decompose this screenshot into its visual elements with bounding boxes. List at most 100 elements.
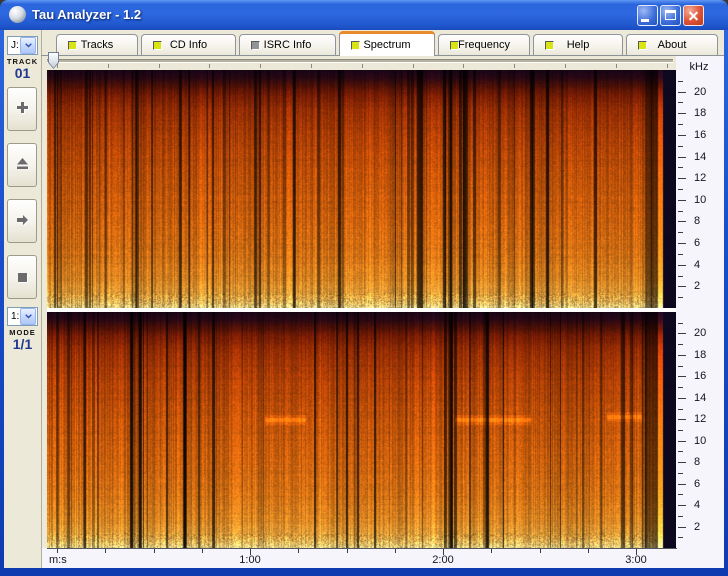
frequency-axis-unit: kHz <box>680 61 718 73</box>
tab-bar: Tracks CD Info ISRC Info Spectrum FrequencyH… <box>41 30 724 56</box>
tab-cd-info[interactable]: CD Info <box>141 34 236 55</box>
eject-icon <box>16 158 29 173</box>
app-icon <box>9 6 26 23</box>
slider-tick <box>209 64 210 68</box>
time-tick <box>588 549 589 553</box>
time-tick <box>202 549 203 553</box>
tab-help[interactable]: Help <box>533 34 623 55</box>
maximize-icon <box>665 10 676 20</box>
spectrogram-channel-2 <box>47 312 676 548</box>
tab-led-indicator-icon <box>251 41 260 50</box>
time-tick <box>154 549 155 553</box>
add-button[interactable] <box>7 87 37 131</box>
freq-tick-label: 16 <box>694 371 706 382</box>
freq-tick <box>678 157 686 158</box>
time-tick-label: 1:00 <box>239 554 260 566</box>
freq-tick-label: 6 <box>694 238 700 249</box>
tab-led-indicator-icon <box>638 41 647 50</box>
close-button[interactable] <box>683 5 704 26</box>
freq-tick <box>678 409 683 410</box>
minimize-icon <box>641 19 649 22</box>
freq-tick-label: 8 <box>694 457 700 468</box>
tab-label: ISRC Info <box>264 39 312 51</box>
title-bar[interactable]: Tau Analyzer - 1.2 <box>0 0 728 30</box>
tab-led-indicator-icon <box>545 41 554 50</box>
tab-frequency[interactable]: Frequency <box>438 34 530 55</box>
freq-tick <box>678 527 686 528</box>
slider-tick <box>311 64 312 68</box>
freq-tick <box>678 376 686 377</box>
freq-tick <box>678 505 686 506</box>
freq-tick <box>678 484 686 485</box>
time-tick <box>105 549 106 553</box>
tab-label: CD Info <box>170 39 207 51</box>
freq-tick <box>678 81 683 82</box>
freq-tick <box>678 167 683 168</box>
freq-tick-label: 12 <box>694 173 706 184</box>
maximize-button[interactable] <box>660 5 681 26</box>
freq-tick <box>678 537 683 538</box>
time-tick-label: 3:00 <box>625 554 646 566</box>
slider-tick <box>159 64 160 68</box>
freq-tick <box>678 297 683 298</box>
window-title: Tau Analyzer - 1.2 <box>32 0 141 29</box>
freq-tick <box>678 344 683 345</box>
freq-tick <box>678 243 686 244</box>
tab-led-indicator-icon <box>68 41 77 50</box>
freq-tick-label: 16 <box>694 130 706 141</box>
chevron-down-icon[interactable] <box>20 37 36 54</box>
time-axis-background <box>42 548 676 568</box>
client-area: J: TRACK 01 1: MODE 1/1 Tracks CD Info ISR… <box>4 30 724 568</box>
freq-tick-label: 20 <box>694 328 706 339</box>
spectrogram-channel-1 <box>47 70 676 308</box>
freq-tick <box>678 254 683 255</box>
tab-spectrum[interactable]: Spectrum <box>339 31 435 56</box>
freq-tick <box>678 200 686 201</box>
minimize-button[interactable] <box>637 5 658 26</box>
time-axis-line <box>47 548 677 549</box>
slider-tick <box>57 64 58 68</box>
freq-tick <box>678 387 683 388</box>
freq-tick <box>678 430 683 431</box>
time-tick <box>395 549 396 553</box>
freq-tick <box>678 494 683 495</box>
sidebar: J: TRACK 01 1: MODE 1/1 <box>4 30 42 568</box>
freq-tick-label: 18 <box>694 108 706 119</box>
freq-tick-label: 10 <box>694 195 706 206</box>
mode-select[interactable]: 1: <box>7 307 38 326</box>
position-slider-track[interactable] <box>47 59 673 62</box>
tab-label: Spectrum <box>363 39 410 51</box>
tab-label: Tracks <box>81 39 114 51</box>
freq-tick <box>678 398 686 399</box>
freq-tick <box>678 333 686 334</box>
freq-tick-label: 8 <box>694 216 700 227</box>
freq-tick-label: 6 <box>694 479 700 490</box>
freq-tick <box>678 92 686 93</box>
chevron-down-icon[interactable] <box>20 308 36 325</box>
slider-tick <box>514 64 515 68</box>
time-tick <box>491 549 492 553</box>
app-window: Tau Analyzer - 1.2 J: TRACK 01 1: <box>0 0 728 576</box>
freq-tick <box>678 355 686 356</box>
freq-tick <box>678 221 686 222</box>
freq-tick <box>678 451 683 452</box>
tab-isrc-info[interactable]: ISRC Info <box>239 34 336 55</box>
freq-tick <box>678 178 686 179</box>
tab-label: About <box>658 39 687 51</box>
freq-tick <box>678 113 686 114</box>
eject-button[interactable] <box>7 143 37 187</box>
freq-tick <box>678 124 683 125</box>
drive-select[interactable]: J: <box>7 36 38 55</box>
window-controls <box>637 5 704 26</box>
next-button[interactable] <box>7 199 37 243</box>
freq-tick-label: 4 <box>694 500 700 511</box>
slider-tick <box>413 64 414 68</box>
time-tick <box>57 549 58 553</box>
freq-tick <box>678 323 683 324</box>
tab-tracks[interactable]: Tracks <box>56 34 138 55</box>
freq-tick <box>678 276 683 277</box>
freq-tick <box>678 516 683 517</box>
stop-button[interactable] <box>7 255 37 299</box>
freq-tick-label: 4 <box>694 260 700 271</box>
tab-about[interactable]: About <box>626 34 718 55</box>
